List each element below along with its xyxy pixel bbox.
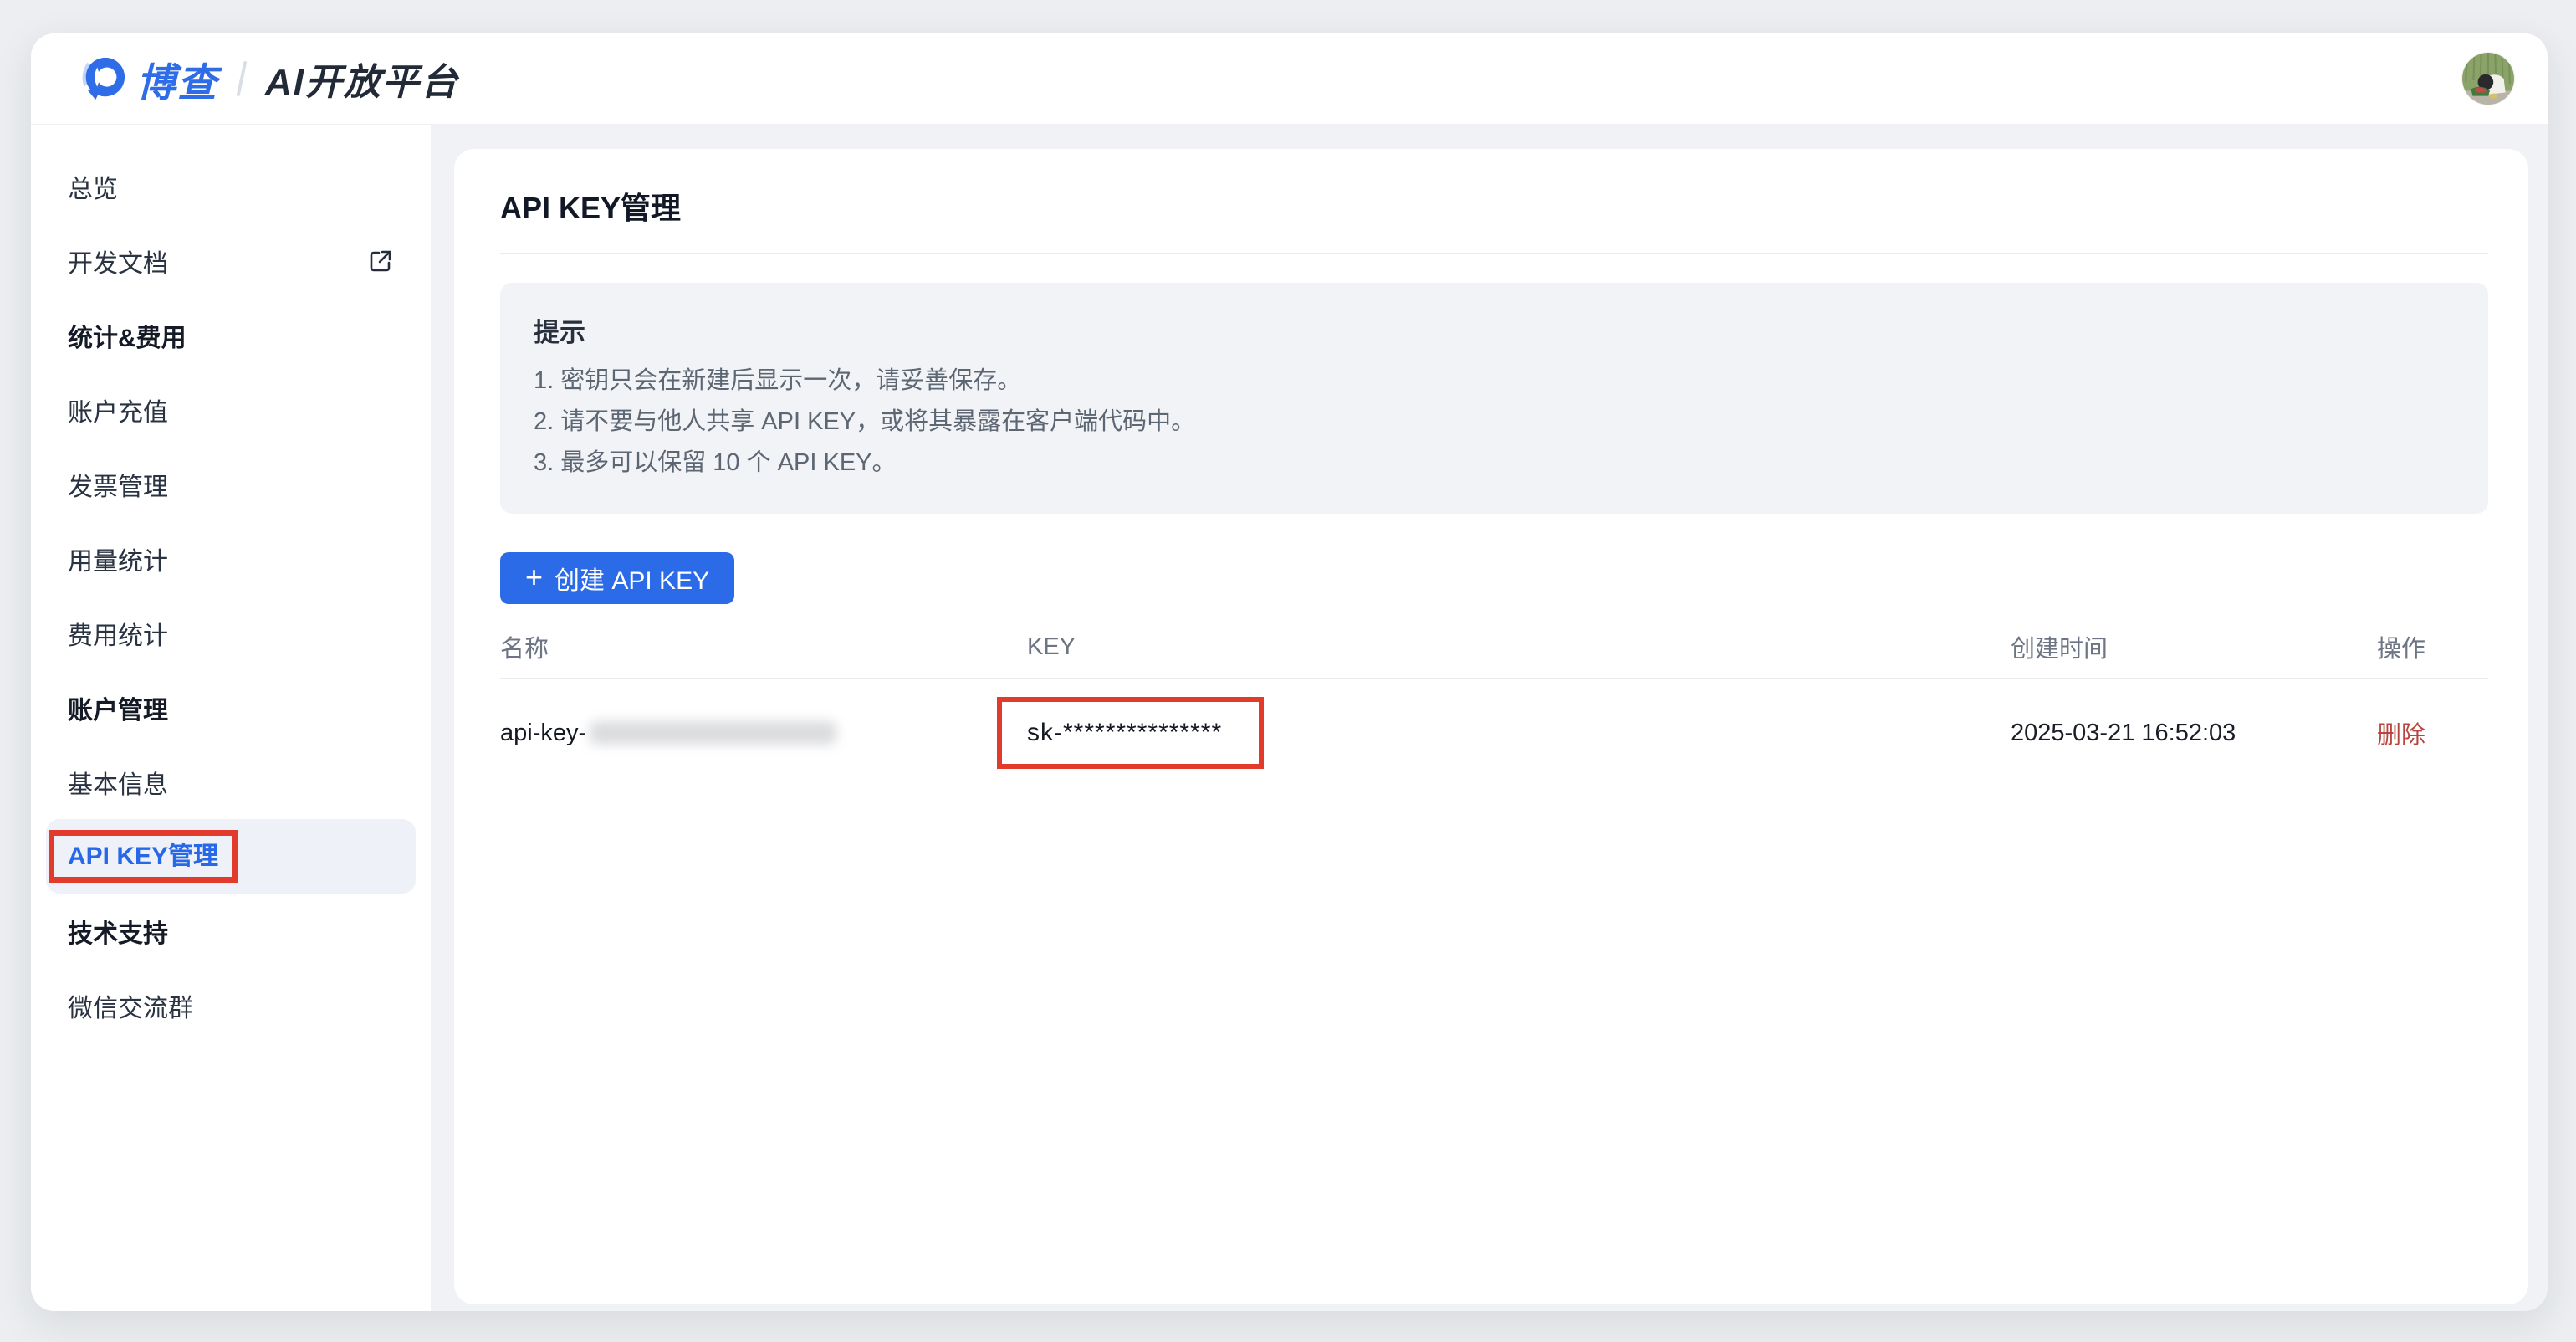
top-bar: 博查 AI开放平台 <box>31 33 2548 125</box>
sidebar-item[interactable]: 费用统计 <box>46 596 416 670</box>
plus-icon: + <box>525 562 543 592</box>
sidebar-item[interactable]: 开发文档 <box>46 223 416 298</box>
page-title: API KEY管理 <box>500 149 2488 253</box>
brand-logo[interactable]: 博查 <box>78 50 218 108</box>
sidebar-item-label: 账户管理 <box>68 689 168 726</box>
column-header: KEY <box>1027 633 2011 661</box>
sidebar-item-label: 账户充值 <box>68 392 168 428</box>
api-key-name-cell: api-key- <box>500 720 1027 747</box>
redacted-name-blur <box>590 721 836 745</box>
column-header: 名称 <box>500 629 1027 664</box>
sidebar-item-label: 统计&费用 <box>68 317 187 354</box>
sidebar-item-label: 总览 <box>68 168 118 205</box>
external-link-icon <box>367 248 394 274</box>
tips-line: 1. 密钥只会在新建后显示一次，请妥善保存。 <box>534 361 2455 402</box>
sidebar-section-header: 统计&费用 <box>46 298 416 372</box>
sidebar-item-label: 微信交流群 <box>68 987 193 1024</box>
sidebar-item-label: 用量统计 <box>68 540 168 577</box>
sidebar-item-label: 技术支持 <box>68 913 168 950</box>
api-key-name-prefix: api-key- <box>500 720 586 747</box>
sidebar-item[interactable]: 基本信息 <box>46 745 416 819</box>
column-header: 创建时间 <box>2011 629 2377 664</box>
created-time-cell: 2025-03-21 16:52:03 <box>2011 720 2377 747</box>
table-body: api-key-sk-*************** 2025-03-21 16:… <box>500 679 2488 786</box>
content-panel: API KEY管理 提示 1. 密钥只会在新建后显示一次，请妥善保存。2. 请不… <box>454 149 2528 1304</box>
tips-title: 提示 <box>534 311 2455 349</box>
api-key-value-cell: sk-*************** <box>1027 697 2011 769</box>
user-avatar[interactable] <box>2462 53 2514 105</box>
sidebar-item-label: 发票管理 <box>68 466 168 503</box>
sidebar-item[interactable]: 总览 <box>46 149 416 223</box>
tips-lines: 1. 密钥只会在新建后显示一次，请妥善保存。2. 请不要与他人共享 API KE… <box>534 361 2455 484</box>
sidebar-item-label: 费用统计 <box>68 615 168 652</box>
app-card: 博查 AI开放平台 <box>31 33 2548 1311</box>
logo-divider <box>237 61 248 96</box>
sidebar: 总览开发文档统计&费用账户充值发票管理用量统计费用统计账户管理基本信息 API K… <box>31 125 431 1311</box>
product-title: AI开放平台 <box>265 52 459 105</box>
table-header-row: 名称KEY创建时间操作 <box>500 616 2488 679</box>
title-divider <box>500 253 2488 254</box>
delete-button[interactable]: 删除 <box>2377 722 2425 749</box>
action-cell: 删除 <box>2377 715 2488 750</box>
annotation-box: API KEY管理 <box>49 830 238 883</box>
table-row: api-key-sk-*************** 2025-03-21 16:… <box>500 679 2488 786</box>
sidebar-section-header: 技术支持 <box>46 894 416 968</box>
masked-api-key: sk-*************** <box>1027 719 1222 746</box>
main-area: API KEY管理 提示 1. 密钥只会在新建后显示一次，请妥善保存。2. 请不… <box>431 125 2548 1311</box>
brand-logo-icon <box>78 54 126 103</box>
create-api-key-button[interactable]: + 创建 API KEY <box>500 552 734 604</box>
page-background: 博查 AI开放平台 <box>0 0 2576 1342</box>
sidebar-item-label: 开发文档 <box>68 243 168 279</box>
column-header: 操作 <box>2377 629 2488 664</box>
api-key-table: 名称KEY创建时间操作 api-key-sk-*************** 20… <box>500 616 2488 786</box>
sidebar-item-label: 基本信息 <box>68 764 168 801</box>
sidebar-section-header: 账户管理 <box>46 670 416 745</box>
avatar-image-icon <box>2462 53 2514 105</box>
create-api-key-label: 创建 API KEY <box>555 560 709 597</box>
app-body: 总览开发文档统计&费用账户充值发票管理用量统计费用统计账户管理基本信息 API K… <box>31 125 2548 1311</box>
brand-name: 博查 <box>136 50 218 108</box>
sidebar-item[interactable]: 发票管理 <box>46 447 416 521</box>
tips-box: 提示 1. 密钥只会在新建后显示一次，请妥善保存。2. 请不要与他人共享 API… <box>500 283 2488 514</box>
sidebar-item[interactable]: 用量统计 <box>46 521 416 596</box>
tips-line: 3. 最多可以保留 10 个 API KEY。 <box>534 443 2455 484</box>
sidebar-item[interactable]: 账户充值 <box>46 372 416 447</box>
tips-line: 2. 请不要与他人共享 API KEY，或将其暴露在客户端代码中。 <box>534 402 2455 443</box>
sidebar-item[interactable]: 微信交流群 <box>46 968 416 1042</box>
sidebar-item-active[interactable]: API KEY管理 <box>46 819 416 894</box>
annotation-box: sk-*************** <box>997 697 1264 769</box>
sidebar-list: 总览开发文档统计&费用账户充值发票管理用量统计费用统计账户管理基本信息 API K… <box>31 149 431 1042</box>
